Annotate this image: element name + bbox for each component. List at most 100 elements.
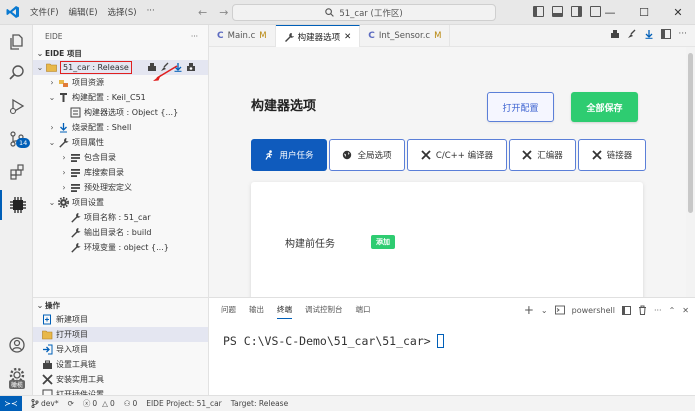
tree-item[interactable]: 环境变量 : object {...} xyxy=(33,240,208,255)
status-problems[interactable]: ⓧ 0 △ 0 xyxy=(83,398,115,409)
new-terminal-icon[interactable]: + xyxy=(524,303,534,317)
operation-item[interactable]: 安装实用工具 xyxy=(33,372,208,387)
more-actions-icon[interactable]: ··· xyxy=(678,29,687,39)
terminal-dropdown-icon[interactable]: ⌄ xyxy=(541,306,548,315)
window-controls: — ☐ ✕ xyxy=(593,0,695,25)
eide-project-section-header[interactable]: ⌄ EIDE 项目 xyxy=(33,47,208,60)
back-arrow-icon[interactable]: ← xyxy=(198,6,207,19)
tab-c-compiler[interactable]: C/C++ 编译器 xyxy=(407,139,507,171)
panel-tab-debug-console[interactable]: 调试控制台 xyxy=(305,304,343,319)
tab-linker[interactable]: 链接器 xyxy=(578,139,646,171)
panel-tab-output[interactable]: 输出 xyxy=(249,304,264,319)
eide-chip-icon[interactable] xyxy=(0,190,33,220)
tree-item[interactable]: › 烧录配置 : Shell xyxy=(33,120,208,135)
menu-select[interactable]: 选择(S) xyxy=(108,6,137,18)
status-branch[interactable]: dev* xyxy=(31,399,59,408)
clean-broom-icon[interactable] xyxy=(627,29,637,39)
build-icon[interactable] xyxy=(610,29,620,39)
menu-more[interactable]: ··· xyxy=(147,6,155,18)
panel-tab-terminal[interactable]: 终端 xyxy=(277,304,292,319)
build-config-icon xyxy=(57,92,69,103)
rebuild-icon[interactable] xyxy=(186,62,196,72)
project-root-item[interactable]: ⌄ 51_car : Release xyxy=(33,60,208,75)
trash-icon[interactable] xyxy=(638,305,647,315)
tab-builder-options[interactable]: 构建器选项 ✕ xyxy=(275,25,361,47)
scrollbar-thumb[interactable] xyxy=(688,53,693,213)
operation-item[interactable]: 导入项目 xyxy=(33,342,208,357)
status-target[interactable]: Target: Release xyxy=(231,399,288,408)
toggle-panel-icon[interactable] xyxy=(552,6,563,17)
toggle-sidebar-icon[interactable] xyxy=(533,6,544,17)
builder-title: 构建器选项 xyxy=(251,99,317,114)
nav-arrows: ← → xyxy=(198,6,228,19)
tree-item[interactable]: › 包含目录 xyxy=(33,150,208,165)
operation-item[interactable]: 设置工具链 xyxy=(33,357,208,372)
operation-item[interactable]: 新建项目 xyxy=(33,312,208,327)
toggle-secondary-sidebar-icon[interactable] xyxy=(571,6,582,17)
panel-tab-ports[interactable]: 端口 xyxy=(356,304,371,319)
tree-item[interactable]: ⌄ 项目设置 xyxy=(33,195,208,210)
project-label: 51_car : Release xyxy=(60,61,132,74)
tab-int-sensor-c[interactable]: C Int_Sensor.c M xyxy=(360,25,451,47)
close-panel-icon[interactable]: ✕ xyxy=(682,306,689,315)
maximize-icon[interactable]: ☐ xyxy=(627,0,661,25)
tree-item[interactable]: › 预处理宏定义 xyxy=(33,180,208,195)
close-tab-icon[interactable]: ✕ xyxy=(344,32,351,42)
panel-more-icon[interactable]: ··· xyxy=(654,306,662,315)
menu-edit[interactable]: 编辑(E) xyxy=(69,6,98,18)
new-project-icon xyxy=(41,314,53,325)
extensions-icon[interactable] xyxy=(0,157,33,187)
tab-assembler[interactable]: 汇编器 xyxy=(509,139,576,171)
tree-item-label: 包含目录 xyxy=(84,153,116,162)
forward-arrow-icon[interactable]: → xyxy=(219,6,228,19)
operation-item[interactable]: 打开项目 xyxy=(33,327,208,342)
tree-item[interactable]: ⌄ 构建配置 : Keil_C51 xyxy=(33,90,208,105)
tab-user-tasks[interactable]: 用户任务 xyxy=(251,139,327,171)
c-file-icon: C xyxy=(217,31,224,41)
status-ports[interactable]: ⚇ 0 xyxy=(124,399,138,408)
operation-item[interactable]: 打开插件设置 xyxy=(33,387,208,395)
explorer-icon[interactable] xyxy=(0,27,33,57)
account-icon[interactable] xyxy=(0,330,33,360)
terminal-shell-name[interactable]: powershell xyxy=(572,306,615,315)
operations-list: 新建项目 打开项目 导入项目 设置工具链安装实用工具打开插件设置 xyxy=(33,312,208,395)
close-window-icon[interactable]: ✕ xyxy=(661,0,695,25)
save-all-button[interactable]: 全部保存 xyxy=(571,92,638,122)
tree-item[interactable]: ⌄ 项目属性 xyxy=(33,135,208,150)
remote-indicator-icon[interactable]: ≻≺ xyxy=(0,395,22,411)
tree-item[interactable]: 项目名称 : 51_car xyxy=(33,210,208,225)
operations-section-header[interactable]: ⌄ 操作 xyxy=(33,299,208,312)
operation-label: 安装实用工具 xyxy=(56,375,104,384)
command-center[interactable]: 51_car (工作区) xyxy=(232,4,496,21)
run-debug-icon[interactable] xyxy=(0,91,33,121)
tree-item[interactable]: › 项目资源 xyxy=(33,75,208,90)
tree-item-label: 输出目录名 : build xyxy=(84,228,152,237)
split-editor-icon[interactable] xyxy=(661,29,672,39)
tab-global-options[interactable]: 全局选项 xyxy=(329,139,405,171)
tree-item[interactable]: 输出目录名 : build xyxy=(33,225,208,240)
panel-tab-problems[interactable]: 问题 xyxy=(221,304,236,319)
tree-item-label: 预处理宏定义 xyxy=(84,183,132,192)
search-view-icon[interactable] xyxy=(0,58,33,88)
maximize-panel-icon[interactable]: ⌃ xyxy=(669,306,676,315)
status-sync-icon[interactable]: ⟳ xyxy=(68,399,74,408)
menu-file[interactable]: 文件(F) xyxy=(30,6,59,18)
download-icon[interactable] xyxy=(644,29,654,39)
warning-count: 0 xyxy=(109,399,115,408)
tab-main-c[interactable]: C Main.c M xyxy=(209,25,276,47)
branch-icon xyxy=(31,399,39,408)
vscode-logo-icon xyxy=(0,0,26,25)
source-control-icon[interactable]: 14 xyxy=(0,124,33,154)
terminal-output[interactable]: PS C:\VS-C-Demo\51_car\51_car> xyxy=(223,334,444,348)
tree-item[interactable]: 构建器选项 : Object {...} xyxy=(33,105,208,120)
tree-item[interactable]: › 库搜索目录 xyxy=(33,165,208,180)
split-terminal-icon[interactable] xyxy=(621,305,631,315)
sidebar-more-icon[interactable]: ··· xyxy=(191,32,198,41)
add-task-button[interactable]: 添加 xyxy=(371,235,395,249)
editor-scrollbar[interactable] xyxy=(686,47,695,297)
open-config-button[interactable]: 打开配置 xyxy=(487,92,554,122)
tab-label: Int_Sensor.c xyxy=(378,31,431,41)
status-eide-project[interactable]: EIDE Project: 51_car xyxy=(146,399,222,408)
minimize-icon[interactable]: — xyxy=(593,0,627,25)
tree-item-label: 项目属性 xyxy=(72,138,104,147)
